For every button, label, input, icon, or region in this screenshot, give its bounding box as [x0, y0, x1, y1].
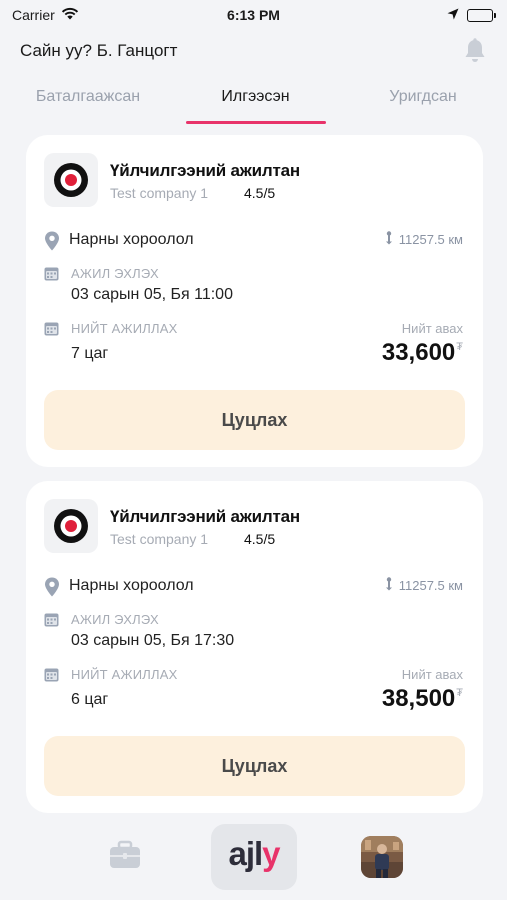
rating: 4.5/5: [244, 185, 276, 201]
tab-confirmed[interactable]: Баталгаажсан: [18, 82, 158, 124]
calendar-icon: [44, 667, 59, 687]
carrier-label: Carrier: [12, 7, 55, 23]
bell-icon[interactable]: [461, 37, 489, 65]
tab-sent[interactable]: Илгээсэн: [185, 82, 326, 124]
job-card[interactable]: Үйлчилгээний ажилтан Test company 1 4.5/…: [26, 481, 483, 813]
job-title: Үйлчилгээний ажилтан: [110, 507, 300, 526]
ajly-logo-text: ajly: [228, 837, 281, 872]
earnings-value: 38,500: [381, 685, 456, 712]
wifi-icon: [61, 7, 79, 23]
tab-invited[interactable]: Уригдсан: [353, 82, 493, 124]
ajly-logo: ajly: [228, 837, 282, 872]
earnings-amount: 38,500 ₮: [382, 685, 463, 713]
distance-value: 11257.5 км: [398, 232, 463, 247]
tab-bar: Баталгаажсан Илгээсэн Уригдсан: [0, 82, 507, 124]
bottom-nav: ajly: [0, 820, 507, 900]
start-value: 03 сарын 05, Бя 11:00: [71, 286, 233, 303]
earnings-label: Нийт авах: [401, 321, 463, 336]
company-name: Test company 1: [110, 185, 209, 201]
briefcase-icon[interactable]: [108, 840, 142, 875]
rating: 4.5/5: [244, 531, 276, 547]
company-logo-icon: [44, 499, 98, 553]
calendar-icon: [44, 612, 59, 632]
currency-symbol: ₮: [456, 687, 463, 699]
earnings-label: Нийт авах: [401, 667, 463, 682]
location-text: Нарны хороолол: [69, 577, 194, 594]
earnings-value: 33,600: [381, 339, 456, 366]
greeting-text: Сайн уу? Б. Ганцогт: [20, 41, 178, 60]
total-hours-label: НИЙТ АЖИЛЛАХ: [71, 321, 178, 336]
company-logo-icon: [44, 153, 98, 207]
location-pin-icon: [44, 577, 60, 602]
start-value: 03 сарын 05, Бя 17:30: [71, 632, 235, 649]
status-left: Carrier: [12, 7, 79, 23]
status-bar: Carrier 6:13 PM: [0, 0, 507, 30]
cancel-button[interactable]: Цуцлах: [44, 390, 465, 450]
earnings-amount: 33,600 ₮: [382, 339, 463, 367]
distance-icon: [385, 577, 393, 594]
start-label: АЖИЛ ЭХЛЭХ: [71, 266, 159, 281]
distance: 11257.5 км: [385, 577, 463, 594]
status-right: [447, 7, 496, 23]
distance-icon: [385, 231, 393, 248]
location-text: Нарны хороолол: [69, 231, 194, 248]
location-arrow-icon: [447, 7, 459, 23]
calendar-icon: [44, 321, 59, 341]
total-hours-label: НИЙТ АЖИЛЛАХ: [71, 667, 178, 682]
total-hours-value: 7 цаг: [71, 345, 109, 362]
total-hours-value: 6 цаг: [71, 691, 109, 708]
job-title: Үйлчилгээний ажилтан: [110, 161, 300, 180]
home-tab[interactable]: ajly: [211, 824, 297, 890]
location-pin-icon: [44, 231, 60, 256]
distance-value: 11257.5 км: [398, 578, 463, 593]
avatar[interactable]: [361, 836, 403, 878]
job-card[interactable]: Үйлчилгээний ажилтан Test company 1 4.5/…: [26, 135, 483, 467]
cancel-button[interactable]: Цуцлах: [44, 736, 465, 796]
currency-symbol: ₮: [456, 341, 463, 353]
header: Сайн уу? Б. Ганцогт: [20, 34, 489, 68]
start-label: АЖИЛ ЭХЛЭХ: [71, 612, 159, 627]
company-name: Test company 1: [110, 531, 209, 547]
distance: 11257.5 км: [385, 231, 463, 248]
battery-icon: [467, 8, 496, 22]
calendar-icon: [44, 266, 59, 286]
